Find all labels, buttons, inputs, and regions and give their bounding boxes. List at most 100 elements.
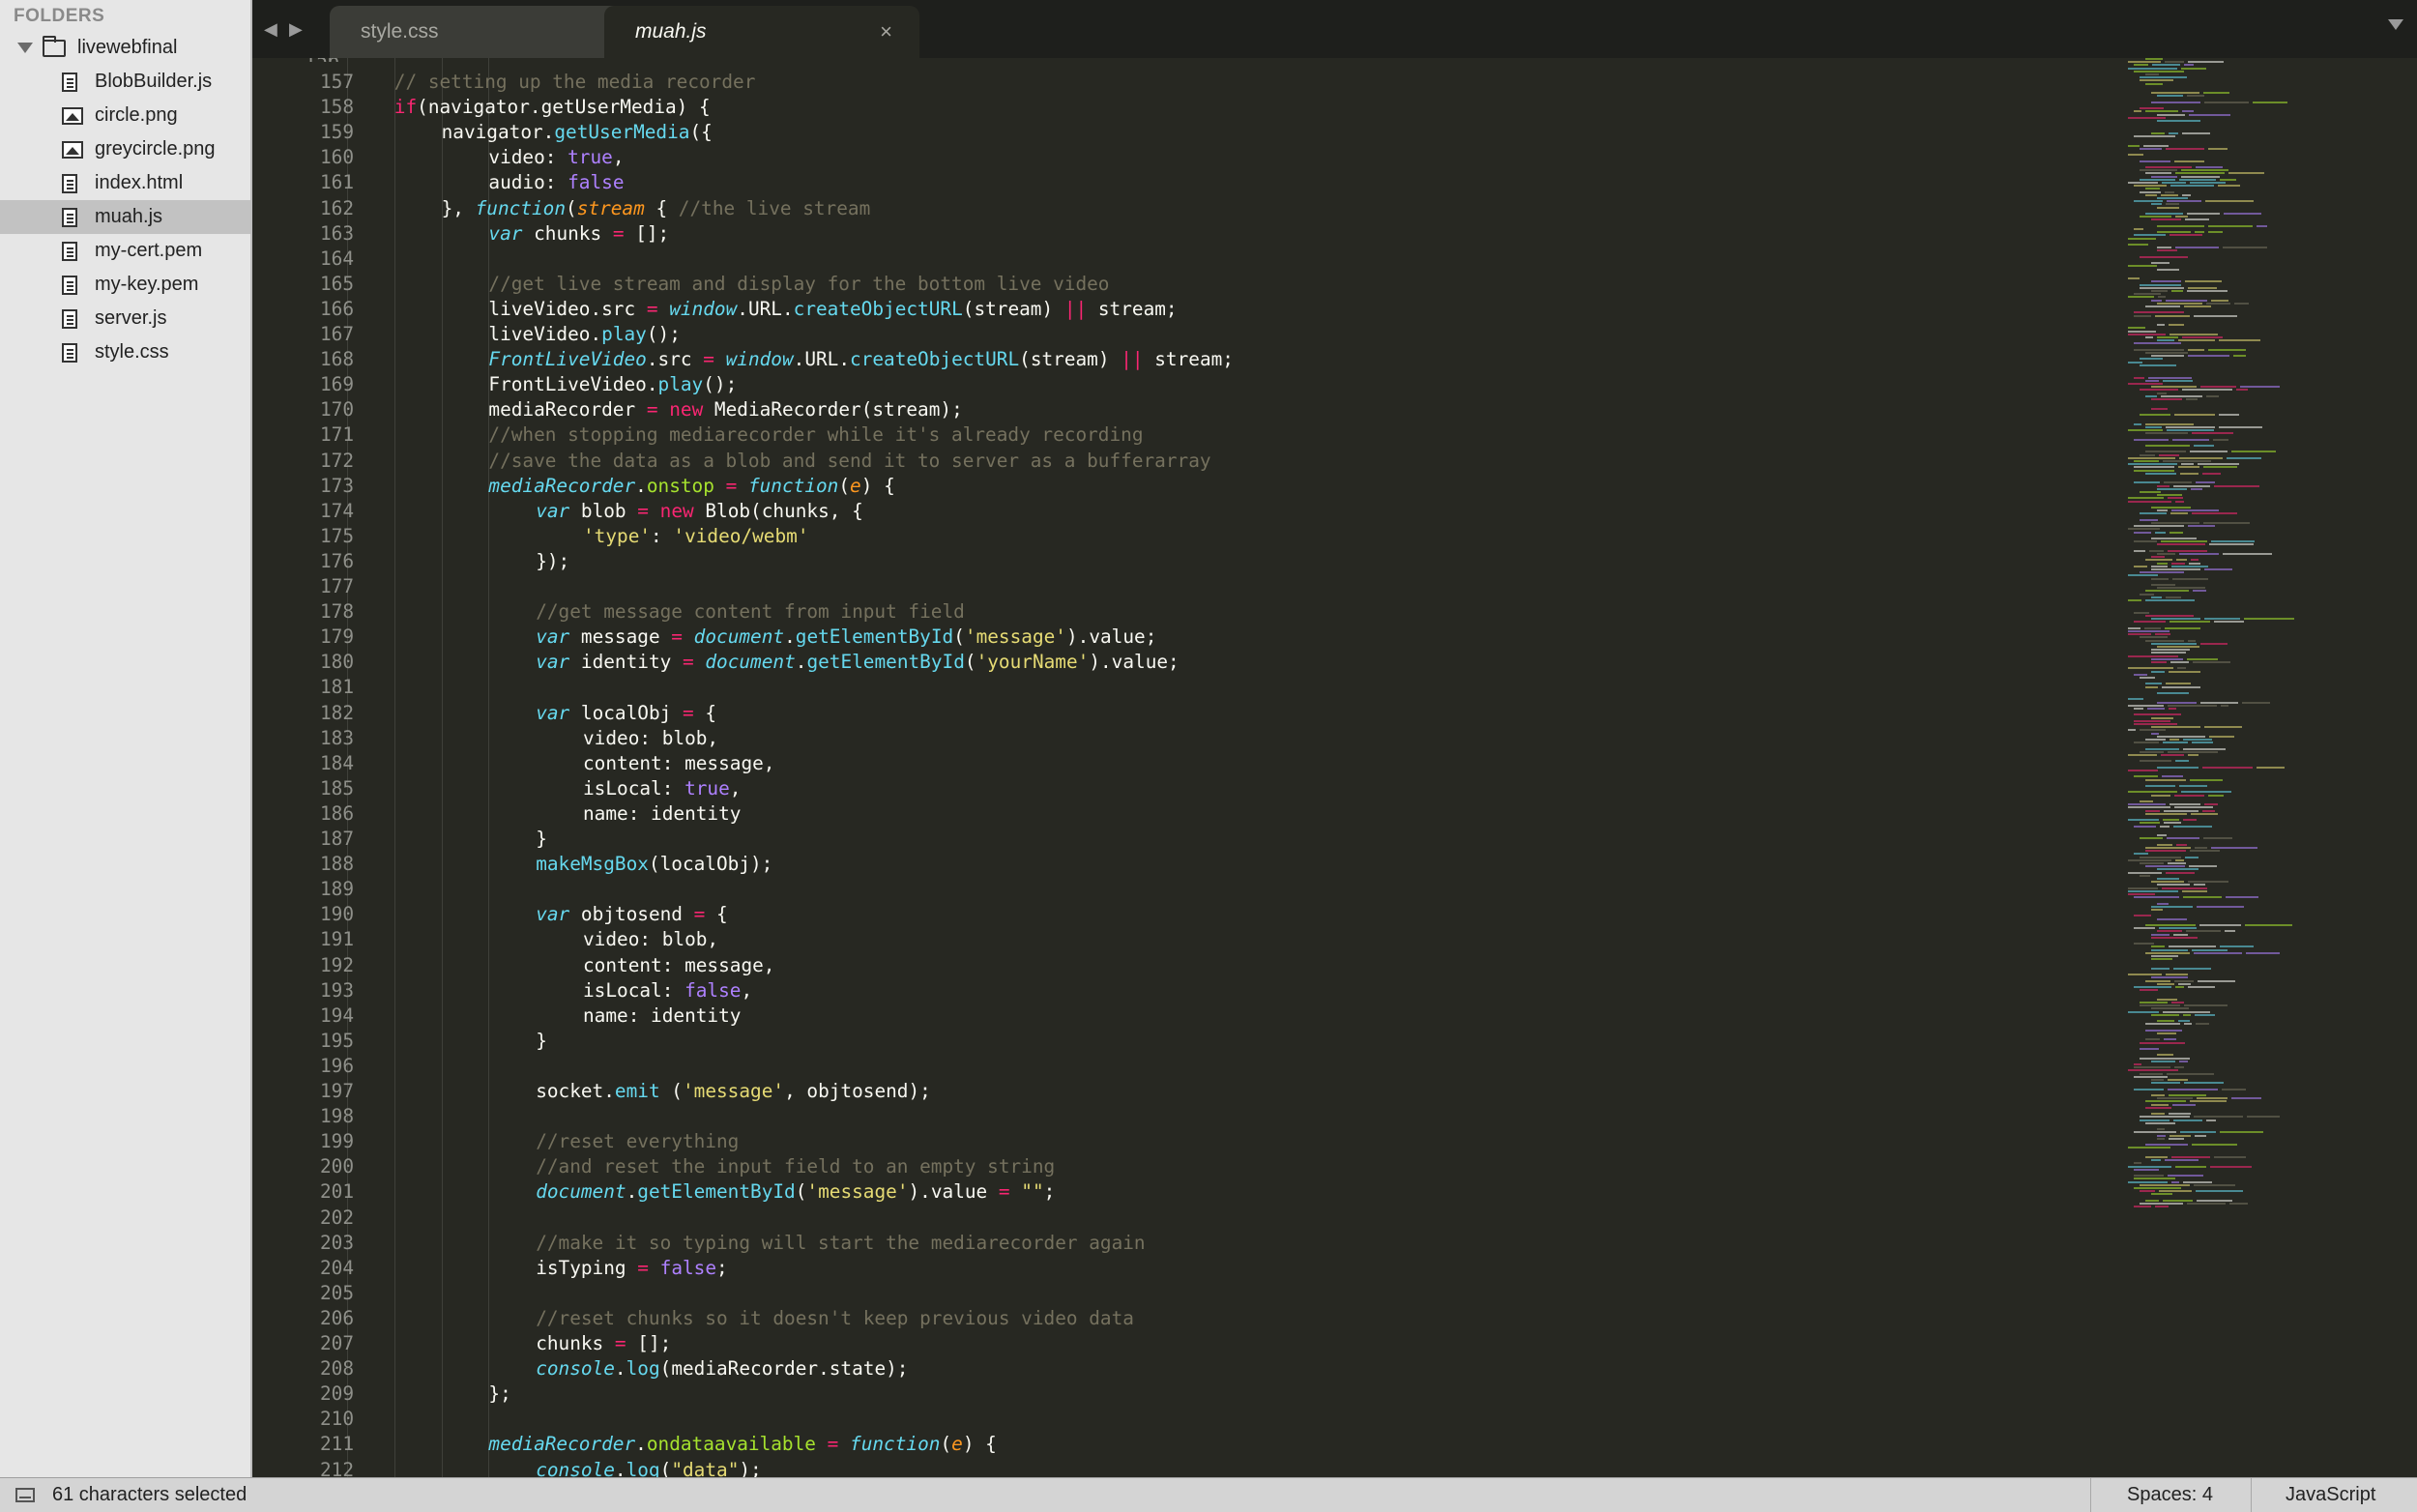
indentation-setting[interactable]: Spaces: 4	[2127, 1484, 2213, 1506]
panel-toggle-icon[interactable]	[15, 1488, 35, 1502]
code-token: ) {	[860, 474, 895, 497]
code-line[interactable]: 178 //get message content from input fiel…	[252, 599, 2089, 625]
code-line[interactable]: 191 video: blob,	[252, 927, 2089, 952]
status-divider	[2090, 1478, 2091, 1512]
code-line[interactable]: 167 liveVideo.play();	[252, 322, 2089, 347]
code-line[interactable]: 209};	[252, 1381, 2089, 1407]
code-line[interactable]: 182 var localObj = {	[252, 701, 2089, 726]
sidebar-file-item[interactable]: muah.js	[0, 200, 250, 234]
code-line[interactable]: 172 //save the data as a blob and send it…	[252, 449, 2089, 474]
code-line[interactable]: 203 //make it so typing will start the me…	[252, 1231, 2089, 1256]
code-line[interactable]: 184 content: message,	[252, 751, 2089, 776]
code-line[interactable]: 180 var identity = document.getElementByI…	[252, 650, 2089, 675]
code-line[interactable]: 197 socket.emit ('message', objtosend);	[252, 1079, 2089, 1104]
tab-dropdown-icon[interactable]	[2388, 19, 2403, 30]
code-line[interactable]: 158 if(navigator.getUserMedia) {	[252, 95, 2089, 120]
code-line[interactable]: 164	[252, 247, 2089, 272]
sidebar-file-item[interactable]: my-cert.pem	[0, 234, 250, 268]
sidebar-file-item[interactable]: index.html	[0, 166, 250, 200]
code-line[interactable]: 177	[252, 574, 2089, 599]
code-token: ,	[741, 978, 753, 1002]
code-line[interactable]: 181	[252, 675, 2089, 700]
code-line[interactable]: 194 name: identity	[252, 1003, 2089, 1029]
code-line[interactable]: 173 mediaRecorder.onstop = function(e) {	[252, 474, 2089, 499]
minimap-line	[2134, 422, 2141, 425]
code-line[interactable]: 210	[252, 1407, 2089, 1432]
code-line[interactable]: 171 //when stopping mediarecorder while i…	[252, 422, 2089, 448]
code-line[interactable]: 176});	[252, 549, 2089, 574]
code-line[interactable]: 204 isTyping = false;	[252, 1256, 2089, 1281]
code-line[interactable]: 199 //reset everything	[252, 1129, 2089, 1154]
code-line[interactable]: 208 console.log(mediaRecorder.state);	[252, 1356, 2089, 1381]
sidebar-file-item[interactable]: BlobBuilder.js	[0, 65, 250, 99]
code-line[interactable]: 179 var message = document.getElementById…	[252, 625, 2089, 650]
minimap-line	[2210, 1165, 2252, 1168]
code-line[interactable]: 174 var blob = new Blob(chunks, {	[252, 499, 2089, 524]
code-line[interactable]: 159 navigator.getUserMedia({	[252, 120, 2089, 145]
minimap-line	[2145, 809, 2160, 812]
code-line[interactable]: 157 // setting up the media recorder	[252, 70, 2089, 95]
syntax-setting[interactable]: JavaScript	[2286, 1484, 2375, 1506]
minimap-line	[2151, 732, 2159, 735]
code-line[interactable]: 165 //get live stream and display for the…	[252, 272, 2089, 297]
code-line[interactable]: 163 var chunks = [];	[252, 221, 2089, 247]
code-token: FrontLiveVideo.	[488, 373, 658, 396]
code-line[interactable]: 166 liveVideo.src = window.URL.createObje…	[252, 297, 2089, 322]
code-token: }	[536, 1029, 547, 1052]
code-line[interactable]: 183 video: blob,	[252, 726, 2089, 751]
code-line[interactable]: 168 FrontLiveVideo.src = window.URL.creat…	[252, 347, 2089, 372]
minimap-line	[2151, 670, 2165, 673]
minimap-line	[2128, 770, 2158, 771]
minimap-line	[2134, 1175, 2164, 1178]
tab-muah-js[interactable]: muah.js ×	[604, 6, 919, 58]
code-line[interactable]: 201 document.getElementById('message').va…	[252, 1179, 2089, 1205]
code-line[interactable]: 162}, function(stream { //the live strea…	[252, 196, 2089, 221]
sidebar-file-item[interactable]: greycircle.png	[0, 132, 250, 166]
code-line[interactable]: 205	[252, 1281, 2089, 1306]
code-line[interactable]: 190 var objtosend = {	[252, 902, 2089, 927]
code-line[interactable]: 195}	[252, 1029, 2089, 1054]
close-tab-icon[interactable]: ×	[880, 19, 892, 44]
code-line[interactable]: 175 'type': 'video/webm'	[252, 524, 2089, 549]
code-token: {	[693, 701, 717, 724]
minimap-line	[2140, 286, 2184, 289]
sidebar-file-item[interactable]: server.js	[0, 302, 250, 335]
minimap-line	[2128, 754, 2157, 756]
code-line[interactable]: 212 console.log("data");	[252, 1458, 2089, 1478]
folder-livewebfinal[interactable]: livewebfinal	[0, 31, 250, 65]
code-line[interactable]: 206 //reset chunks so it doesn't keep pre…	[252, 1306, 2089, 1331]
code-line[interactable]: 200 //and reset the input field to an emp…	[252, 1154, 2089, 1179]
sidebar-file-item[interactable]: style.css	[0, 335, 250, 369]
code-line[interactable]: 169 FrontLiveVideo.play();	[252, 372, 2089, 397]
code-token: window	[725, 348, 794, 371]
minimap-line	[2200, 642, 2228, 645]
code-line[interactable]: 185 isLocal: true,	[252, 776, 2089, 801]
code-line[interactable]: 188 makeMsgBox(localObj);	[252, 852, 2089, 877]
code-line[interactable]: 211 mediaRecorder.ondataavailable = funct…	[252, 1432, 2089, 1457]
minimap-line	[2157, 1032, 2176, 1034]
code-line[interactable]: 198	[252, 1104, 2089, 1129]
code-line[interactable]: 187}	[252, 827, 2089, 852]
tab-nav-forward-icon[interactable]: ▶	[289, 19, 303, 40]
minimap-line	[2166, 147, 2204, 150]
folder-expanded-icon[interactable]	[17, 43, 33, 53]
minimap-line	[2134, 438, 2169, 441]
code-line[interactable]: 170 mediaRecorder = new MediaRecorder(str…	[252, 397, 2089, 422]
code-line[interactable]: 196	[252, 1054, 2089, 1079]
code-line[interactable]: 207 chunks = [];	[252, 1331, 2089, 1356]
code-line[interactable]: 193 isLocal: false,	[252, 978, 2089, 1003]
minimap[interactable]	[2118, 58, 2417, 1477]
line-number: 175	[319, 524, 354, 547]
code-line[interactable]: 186 name: identity	[252, 801, 2089, 827]
minimap-line	[2145, 847, 2191, 849]
code-line[interactable]: 192 content: message,	[252, 953, 2089, 978]
code-line[interactable]: 202	[252, 1206, 2089, 1231]
tab-nav-back-icon[interactable]: ◀	[264, 19, 277, 40]
sidebar-file-item[interactable]: circle.png	[0, 99, 250, 132]
minimap-line	[2145, 1100, 2186, 1103]
code-line[interactable]: 189	[252, 877, 2089, 902]
sidebar-file-item[interactable]: my-key.pem	[0, 268, 250, 302]
code-line[interactable]: 161 audio: false	[252, 170, 2089, 195]
code-editor[interactable]: 156 157// setting up the media recorder1…	[252, 58, 2118, 1477]
code-line[interactable]: 160 video: true,	[252, 145, 2089, 170]
